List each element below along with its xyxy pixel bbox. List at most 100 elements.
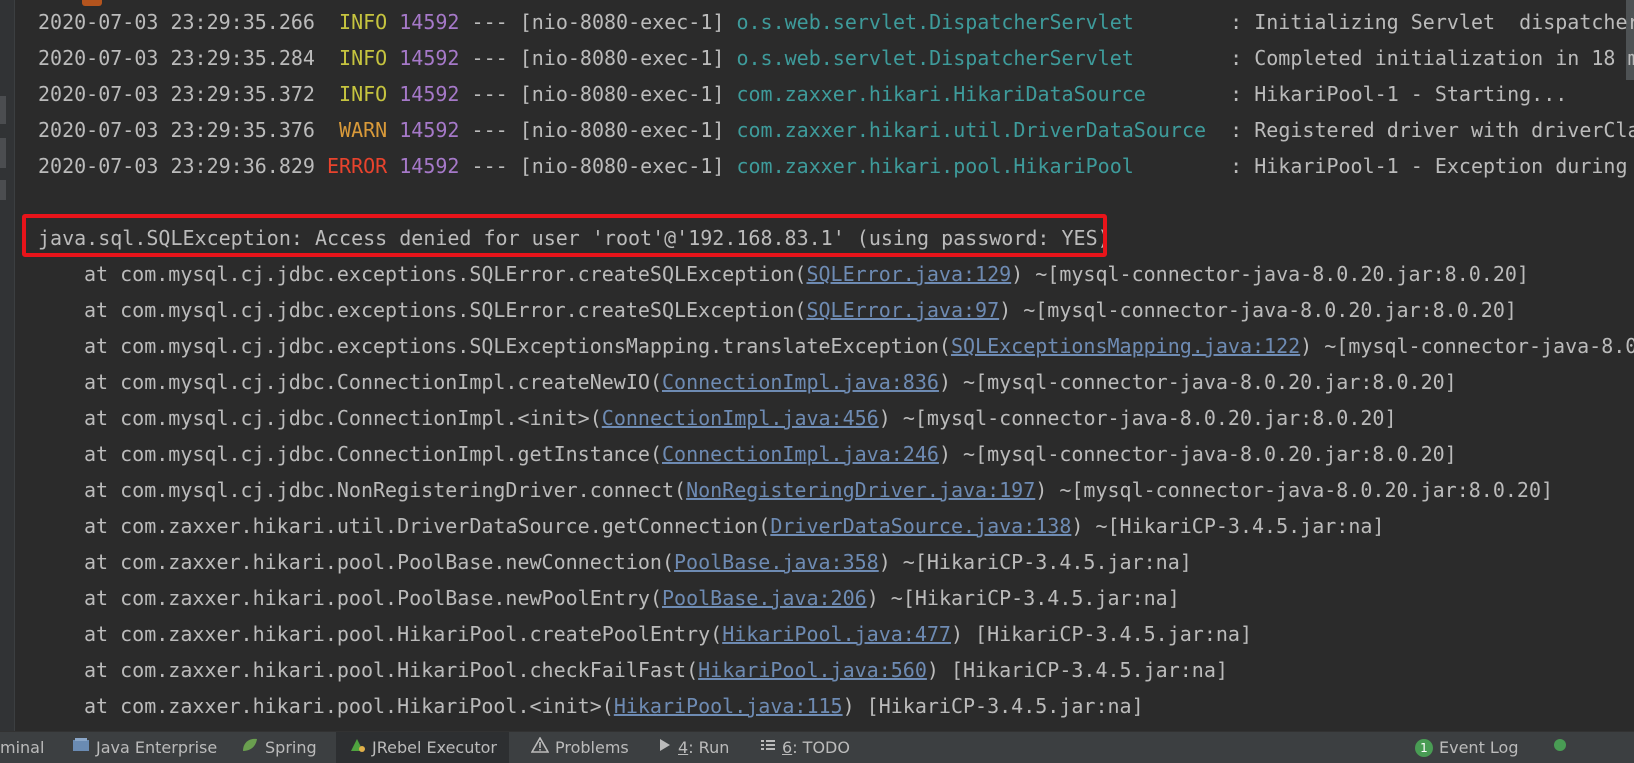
tool-label: Java Enterprise	[96, 738, 218, 757]
frame-jar: ~[mysql-connector-java-8.0	[1312, 334, 1634, 358]
log-logger: com.zaxxer.hikari.pool.HikariPool	[736, 154, 1134, 178]
frame-method: at com.zaxxer.hikari.util.DriverDataSour…	[84, 514, 759, 538]
frame-jar: ~[mysql-connector-java-8.0.20.jar:8.0.20…	[950, 442, 1457, 466]
frame-jar: ~[HikariCP-3.4.5.jar:na]	[890, 550, 1192, 574]
source-link[interactable]: HikariPool.java:560	[698, 658, 927, 682]
source-link[interactable]: HikariPool.java:477	[722, 622, 951, 646]
tool-label: JRebel Executor	[372, 738, 497, 757]
source-link[interactable]: PoolBase.java:206	[662, 586, 867, 610]
frame-method: at com.zaxxer.hikari.pool.HikariPool.<in…	[84, 694, 602, 718]
log-pid: 14592	[399, 154, 460, 178]
gutter-marker	[0, 138, 6, 168]
frame-jar: ~[HikariCP-3.4.5.jar:na]	[1083, 514, 1385, 538]
tool-terminal[interactable]: minal	[0, 732, 44, 763]
stack-frame: at com.mysql.cj.jdbc.ConnectionImpl.crea…	[84, 370, 1457, 394]
log-separator: ---	[471, 10, 508, 34]
log-message: : HikariPool-1 - Exception during	[1230, 154, 1628, 178]
source-link[interactable]: SQLError.java:129	[806, 262, 1011, 286]
frame-method: at com.mysql.cj.jdbc.exceptions.SQLExcep…	[84, 334, 939, 358]
source-link[interactable]: ConnectionImpl.java:246	[662, 442, 939, 466]
log-timestamp: 2020-07-03 23:29:35.266	[38, 10, 315, 34]
stack-frame: at com.mysql.cj.jdbc.ConnectionImpl.<ini…	[84, 406, 1397, 430]
tool-todo[interactable]: 6: TODO	[760, 732, 850, 763]
log-pid: 14592	[399, 118, 460, 142]
source-link[interactable]: DriverDataSource.java:138	[770, 514, 1071, 538]
stack-frame: at com.zaxxer.hikari.pool.HikariPool.cre…	[84, 622, 1252, 646]
stack-frame: at com.zaxxer.hikari.util.DriverDataSour…	[84, 514, 1385, 538]
source-link[interactable]: PoolBase.java:358	[674, 550, 879, 574]
tool-label: Problems	[555, 738, 629, 757]
log-line: 2020-07-03 23:29:35.266 INFO 14592 --- […	[38, 4, 1634, 40]
log-thread: [nio-8080-exec-1]	[519, 118, 725, 142]
log-thread: [nio-8080-exec-1]	[519, 46, 725, 70]
warning-triangle-icon	[530, 732, 550, 763]
log-line: 2020-07-03 23:29:35.372 INFO 14592 --- […	[38, 76, 1567, 112]
tool-label: Event Log	[1439, 738, 1519, 757]
tool-jrebel-executor[interactable]: JRebel Executor	[336, 732, 509, 763]
log-line: 2020-07-03 23:29:36.829 ERROR 14592 --- …	[38, 148, 1628, 184]
log-logger: com.zaxxer.hikari.HikariDataSource	[736, 82, 1146, 106]
frame-method: at com.mysql.cj.jdbc.exceptions.SQLError…	[84, 262, 795, 286]
tool-window-bar: minal Java Enterprise Spring JRebel Exec…	[0, 731, 1634, 763]
tool-label: : TODO	[792, 738, 850, 757]
frame-jar: ~[HikariCP-3.4.5.jar:na]	[878, 586, 1180, 610]
log-level: WARN	[339, 118, 388, 142]
stack-frame: at com.mysql.cj.jdbc.exceptions.SQLExcep…	[38, 328, 1634, 364]
frame-method: at com.zaxxer.hikari.pool.HikariPool.cre…	[84, 622, 711, 646]
source-link[interactable]: SQLError.java:97	[806, 298, 999, 322]
frame-jar: ~[mysql-connector-java-8.0.20.jar:8.0.20…	[1023, 262, 1529, 286]
tool-more[interactable]	[1552, 732, 1568, 763]
red-highlight-box	[22, 214, 1107, 257]
log-timestamp: 2020-07-03 23:29:35.372	[38, 82, 315, 106]
gutter-marker	[0, 96, 6, 124]
source-link[interactable]: NonRegisteringDriver.java:197	[686, 478, 1035, 502]
tool-run[interactable]: 4: Run	[658, 732, 729, 763]
frame-method: at com.zaxxer.hikari.pool.PoolBase.newCo…	[84, 550, 662, 574]
tool-event-log[interactable]: 1 Event Log	[1415, 732, 1519, 763]
source-link[interactable]: HikariPool.java:115	[614, 694, 843, 718]
log-thread: [nio-8080-exec-1]	[519, 82, 725, 106]
log-separator: ---	[471, 154, 508, 178]
left-gutter	[0, 0, 15, 731]
source-link[interactable]: ConnectionImpl.java:456	[602, 406, 879, 430]
tool-shortcut: 4	[678, 738, 689, 757]
log-timestamp: 2020-07-03 23:29:35.284	[38, 46, 315, 70]
stack-frame: at com.zaxxer.hikari.pool.PoolBase.newPo…	[84, 586, 1180, 610]
log-level: ERROR	[327, 154, 388, 178]
log-logger: o.s.web.servlet.DispatcherServlet	[736, 46, 1134, 70]
log-timestamp: 2020-07-03 23:29:36.829	[38, 154, 315, 178]
log-message: : HikariPool-1 - Starting...	[1230, 82, 1568, 106]
log-level: INFO	[339, 46, 388, 70]
frame-method: at com.zaxxer.hikari.pool.PoolBase.newPo…	[84, 586, 650, 610]
source-link[interactable]: ConnectionImpl.java:836	[662, 370, 939, 394]
frame-jar: ~[mysql-connector-java-8.0.20.jar:8.0.20…	[890, 406, 1397, 430]
log-line: 2020-07-03 23:29:35.376 WARN 14592 --- […	[38, 112, 1634, 148]
frame-method: at com.mysql.cj.jdbc.ConnectionImpl.getI…	[84, 442, 650, 466]
frame-jar: ~[mysql-connector-java-8.0.20.jar:8.0.20…	[950, 370, 1457, 394]
log-message: : Registered driver with driverCla	[1230, 118, 1634, 142]
log-logger: o.s.web.servlet.DispatcherServlet	[736, 10, 1134, 34]
frame-method: at com.mysql.cj.jdbc.ConnectionImpl.crea…	[84, 370, 650, 394]
stack-frame: at com.mysql.cj.jdbc.ConnectionImpl.getI…	[84, 442, 1457, 466]
stack-frame: at com.mysql.cj.jdbc.exceptions.SQLError…	[84, 298, 1517, 322]
log-level: INFO	[339, 10, 388, 34]
tool-java-enterprise[interactable]: Java Enterprise	[72, 732, 217, 763]
frame-method: at com.mysql.cj.jdbc.ConnectionImpl.<ini…	[84, 406, 590, 430]
log-pid: 14592	[399, 82, 460, 106]
frame-jar: ~[mysql-connector-java-8.0.20.jar:8.0.20…	[1011, 298, 1517, 322]
tool-problems[interactable]: Problems	[530, 732, 629, 763]
log-separator: ---	[471, 118, 508, 142]
spring-leaf-icon	[241, 732, 259, 763]
log-pid: 14592	[399, 10, 460, 34]
source-link[interactable]: SQLExceptionsMapping.java:122	[951, 334, 1300, 358]
log-level: INFO	[339, 82, 388, 106]
java-enterprise-icon	[72, 732, 90, 763]
log-message: : Completed initialization in 18 m	[1230, 46, 1634, 70]
notification-icon	[1552, 732, 1568, 763]
console-output[interactable]: 2020-07-03 23:29:35.266 INFO 14592 --- […	[0, 0, 1634, 731]
frame-jar: ~[mysql-connector-java-8.0.20.jar:8.0.20…	[1047, 478, 1554, 502]
log-message: : Initializing Servlet dispatcher	[1230, 10, 1634, 34]
frame-method: at com.zaxxer.hikari.pool.HikariPool.che…	[84, 658, 687, 682]
log-timestamp: 2020-07-03 23:29:35.376	[38, 118, 315, 142]
tool-spring[interactable]: Spring	[241, 732, 317, 763]
